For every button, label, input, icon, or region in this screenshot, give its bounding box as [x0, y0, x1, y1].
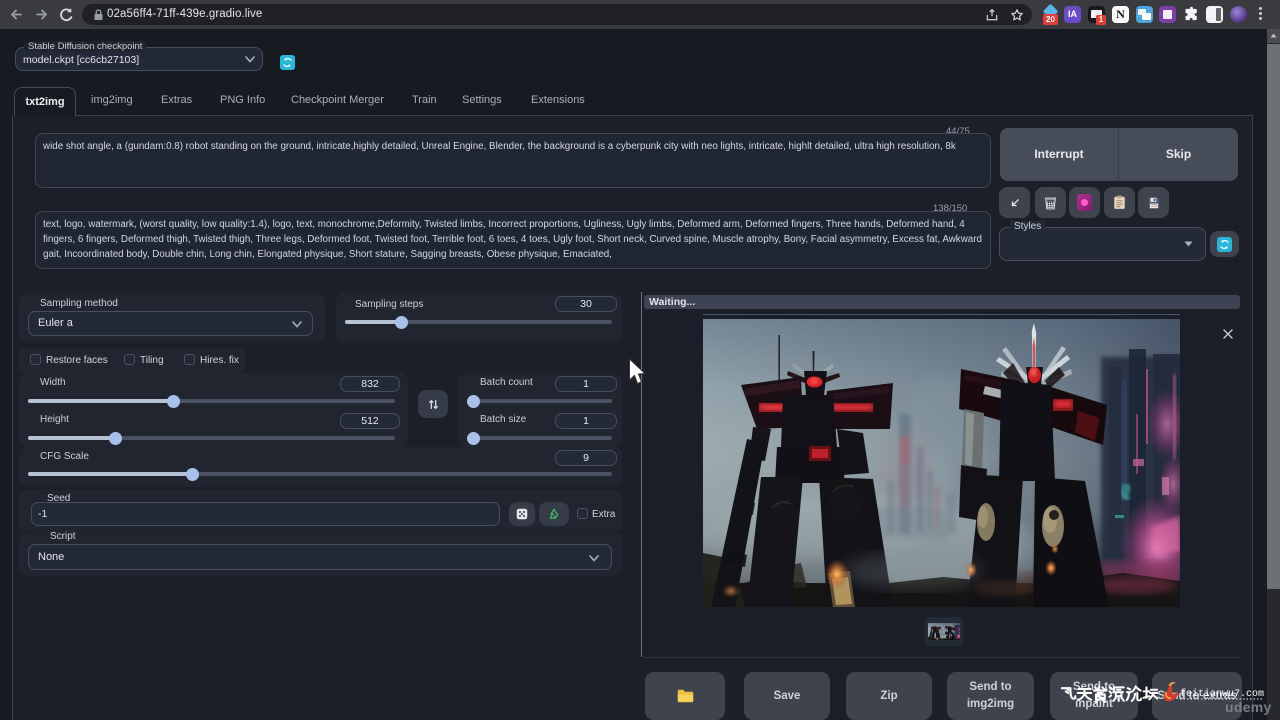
svg-text:feitianwu7.com: feitianwu7.com: [1180, 688, 1264, 700]
